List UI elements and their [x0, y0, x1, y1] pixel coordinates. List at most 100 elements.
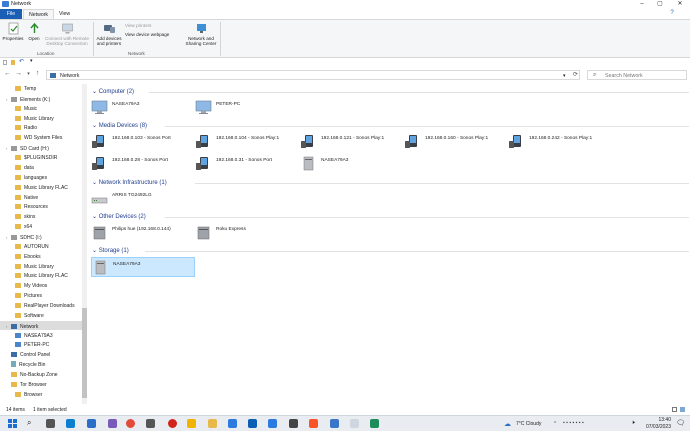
sidebar-item[interactable]: x64: [10, 223, 32, 232]
sidebar-item[interactable]: › SD Card (H:): [6, 144, 49, 153]
task-view-icon[interactable]: [46, 419, 55, 428]
sidebar-item[interactable]: NASEA79A3: [10, 332, 53, 341]
network-sharing-center-button[interactable]: Network and Sharing Center: [184, 22, 218, 46]
weather-text[interactable]: 7°C Cloudy: [516, 421, 541, 427]
store-icon[interactable]: [108, 419, 117, 428]
device-item[interactable]: 192.168.0.103 - Sonos Port: [91, 132, 191, 152]
tab-network[interactable]: Network: [23, 9, 55, 19]
device-item[interactable]: ARRIS TG2492LG: [91, 189, 191, 209]
app6-icon[interactable]: [370, 419, 379, 428]
device-item[interactable]: 192.168.0.31 - Sonos Port: [195, 154, 295, 174]
sidebar-item[interactable]: Radio: [10, 124, 37, 133]
sidebar-item[interactable]: RealPlayer Downloads: [10, 302, 75, 311]
collapse-chevron-icon[interactable]: ⌄: [92, 180, 99, 186]
tiles-view-icon[interactable]: [680, 407, 685, 412]
breadcrumb-network[interactable]: Network: [60, 73, 79, 79]
device-item[interactable]: PETER-PC: [195, 98, 295, 118]
group-header[interactable]: ⌄ Other Devices (2): [92, 213, 146, 220]
volume-icon[interactable]: 🕨: [631, 420, 635, 427]
tab-file[interactable]: File: [0, 9, 22, 19]
sidebar-item[interactable]: Pictures: [10, 292, 42, 301]
back-button[interactable]: ←: [3, 70, 12, 77]
device-item[interactable]: 192.168.0.104 - Sonos Play:1: [195, 132, 295, 152]
start-icon[interactable]: [8, 419, 17, 428]
sidebar-item[interactable]: Resources: [10, 203, 48, 212]
mail-icon[interactable]: [87, 419, 96, 428]
device-item[interactable]: 192.168.0.160 - Sonos Play:1: [404, 132, 504, 152]
app2-icon[interactable]: [228, 419, 237, 428]
device-item[interactable]: 192.168.0.242 - Sonos Play:1: [508, 132, 608, 152]
sidebar-item[interactable]: Browser: [10, 391, 42, 400]
sidebar-item[interactable]: Temp: [10, 85, 36, 94]
sidebar-item[interactable]: PETER-PC: [10, 341, 49, 350]
clock-date[interactable]: 07/03/2023: [640, 424, 671, 430]
search-icon[interactable]: ⌕: [27, 419, 36, 428]
view-printers-button[interactable]: View printers: [125, 23, 185, 28]
sidebar-item[interactable]: My Videos: [10, 282, 47, 291]
monitor-icon[interactable]: [248, 419, 257, 428]
group-header[interactable]: ⌄ Network Infrastructure (1): [92, 179, 167, 186]
properties-button[interactable]: Properties: [2, 22, 24, 41]
notifications-icon[interactable]: 🗨: [676, 419, 685, 427]
explorer-icon[interactable]: [208, 419, 217, 428]
device-item[interactable]: Roku Express: [195, 223, 295, 243]
up-button[interactable]: ↑: [33, 70, 42, 77]
app3-icon[interactable]: [268, 419, 277, 428]
device-item[interactable]: NASEA79A3: [91, 98, 191, 118]
edge-icon[interactable]: [66, 419, 75, 428]
app-icon[interactable]: [146, 419, 155, 428]
collapse-chevron-icon[interactable]: ⌄: [92, 123, 99, 129]
maximize-button[interactable]: ▢: [652, 0, 668, 9]
sidebar-item[interactable]: Music Library: [10, 115, 54, 124]
sidebar-item[interactable]: Ebooks: [10, 253, 41, 262]
sidebar-item[interactable]: No-Backup Zone: [6, 371, 58, 380]
group-header[interactable]: ⌄ Computer (2): [92, 88, 134, 95]
collapse-chevron-icon[interactable]: ⌄: [92, 214, 99, 220]
view-device-webpage-button[interactable]: View device webpage: [125, 32, 185, 37]
group-header[interactable]: ⌄ Storage (1): [92, 247, 129, 254]
nav-scrollbar-thumb[interactable]: [82, 308, 87, 398]
new-folder-icon[interactable]: [11, 60, 15, 65]
sidebar-item[interactable]: › SDHC (I:): [6, 233, 42, 242]
sidebar-item[interactable]: Native: [10, 194, 38, 203]
device-item[interactable]: 192.168.0.121 - Sonos Play:1: [300, 132, 400, 152]
sidebar-item[interactable]: Music Library FLAC: [10, 272, 68, 281]
sidebar-item[interactable]: › Network: [6, 322, 38, 331]
brave-icon[interactable]: [309, 419, 318, 428]
sidebar-item[interactable]: Control Panel: [6, 351, 50, 360]
collapse-chevron-icon[interactable]: ⌄: [92, 89, 99, 95]
recent-dropdown-icon[interactable]: ▾: [24, 71, 33, 77]
sidebar-item[interactable]: Music Library FLAC: [10, 184, 68, 193]
settings-icon[interactable]: [289, 419, 298, 428]
connect-remote-button[interactable]: Connect with Remote Desktop Connection: [43, 22, 91, 46]
sidebar-item[interactable]: Music Library: [10, 263, 54, 272]
sidebar-item[interactable]: $PLUGINSDIR: [10, 154, 57, 163]
chrome-icon[interactable]: [126, 419, 135, 428]
tray-icons[interactable]: ▪ ▪ ▪ ▪ ▪ ▪ ▪: [563, 420, 584, 426]
address-dropdown-icon[interactable]: ▾: [563, 73, 566, 79]
device-item[interactable]: NASEA79A3: [300, 154, 400, 174]
open-button[interactable]: Open: [27, 22, 41, 41]
sidebar-item[interactable]: Tor Browser: [6, 381, 47, 390]
properties-small-icon[interactable]: [3, 60, 7, 65]
qat-dropdown-icon[interactable]: ▾: [30, 58, 33, 64]
device-item[interactable]: Philips hue (192.168.0.144): [91, 223, 191, 243]
details-view-icon[interactable]: [672, 407, 677, 412]
minimize-button[interactable]: –: [634, 0, 650, 9]
tray-chevron-icon[interactable]: ^: [554, 421, 556, 427]
app5-icon[interactable]: [350, 419, 359, 428]
sidebar-item[interactable]: Software: [10, 312, 44, 321]
files-icon[interactable]: [187, 419, 196, 428]
search-input[interactable]: ⌕ Search Network: [587, 70, 687, 80]
device-item[interactable]: NASEA79A3: [91, 257, 195, 277]
close-button[interactable]: ✕: [672, 0, 688, 9]
app4-icon[interactable]: [330, 419, 339, 428]
sidebar-item[interactable]: Music: [10, 105, 37, 114]
add-devices-button[interactable]: Add devices and printers: [95, 22, 123, 46]
sidebar-item[interactable]: AUTORUN: [10, 243, 49, 252]
address-bar[interactable]: Network ▾: [46, 70, 580, 80]
collapse-chevron-icon[interactable]: ⌄: [92, 248, 99, 254]
sidebar-item[interactable]: WD System Files: [10, 134, 62, 143]
sidebar-item[interactable]: languages: [10, 174, 47, 183]
device-item[interactable]: 192.168.0.28 - Sonos Port: [91, 154, 191, 174]
